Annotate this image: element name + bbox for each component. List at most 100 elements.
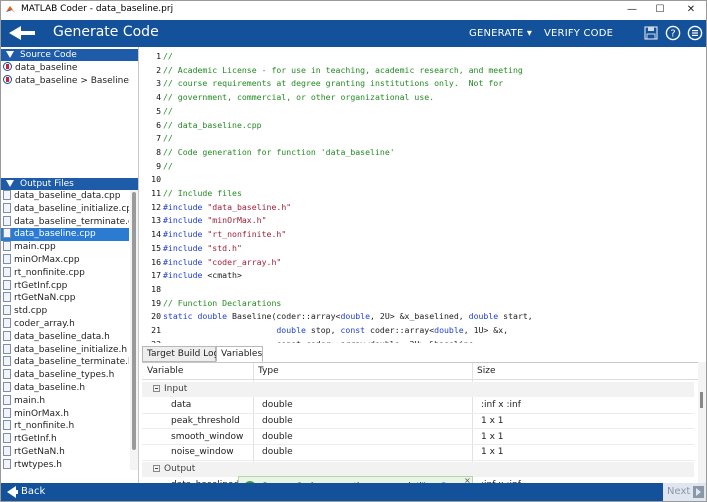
column-header-variable[interactable]: Variable <box>147 366 183 376</box>
output-file-item[interactable]: rtGetNaN.cpp <box>1 292 129 305</box>
scrollbar-thumb[interactable] <box>700 392 703 408</box>
save-icon[interactable] <box>643 25 659 41</box>
code-token: #include <box>163 242 208 253</box>
file-icon <box>3 317 11 328</box>
matlab-function-icon <box>3 62 12 71</box>
next-button[interactable]: Next <box>663 483 706 501</box>
code-token: // <box>163 105 173 116</box>
tab-target-build-log[interactable]: Target Build Log <box>142 346 219 362</box>
output-file-item[interactable]: rtGetInf.cpp <box>1 279 129 293</box>
output-file-label: coder_array.h <box>14 318 75 329</box>
verify-code-button[interactable]: VERIFY CODE <box>544 28 613 39</box>
output-file-item[interactable]: data_baseline_data.h <box>1 330 129 344</box>
output-file-item[interactable]: std.cpp <box>1 305 129 318</box>
code-token: #include <box>163 215 208 226</box>
output-file-item[interactable]: rtwtypes.h <box>1 458 129 470</box>
output-file-item[interactable]: data_baseline_initialize.cpp <box>1 202 129 216</box>
output-files-section-header[interactable]: Output Files <box>1 178 138 190</box>
output-file-item[interactable]: rt_nonfinite.h <box>1 420 129 433</box>
collapse-box-icon[interactable] <box>153 465 160 473</box>
file-icon <box>3 190 11 200</box>
header-back-arrow-icon[interactable] <box>9 26 35 40</box>
collapse-triangle-icon[interactable] <box>6 180 14 187</box>
source-item-label: data_baseline <box>15 63 78 73</box>
output-file-item[interactable]: data_baseline.cpp <box>1 228 129 242</box>
cell-type: double <box>262 447 293 458</box>
line-number: 9 <box>156 160 161 171</box>
column-header-size[interactable]: Size <box>477 366 495 376</box>
table-row[interactable]: peak_threshold double 1 x 1 <box>142 414 694 430</box>
cell-size: 1 x 1 <box>481 431 504 442</box>
tab-variables[interactable]: Variables <box>216 346 263 362</box>
code-token: Baseline(coder::array< <box>232 311 341 322</box>
line-number: 7 <box>156 133 161 144</box>
collapse-box-icon[interactable] <box>153 385 160 392</box>
code-token: // Code generation for function 'data_ba… <box>163 146 395 157</box>
output-file-label: data_baseline.h <box>14 382 86 393</box>
variables-scrollbar[interactable] <box>698 362 706 483</box>
group-label: Input <box>164 384 188 394</box>
code-token: "std.h" <box>207 242 242 253</box>
file-icon <box>3 215 11 226</box>
output-file-item[interactable]: main.cpp <box>1 241 129 254</box>
back-button[interactable]: Back <box>21 486 45 497</box>
close-window-button[interactable]: ✕ <box>676 1 706 18</box>
line-number: 11 <box>151 188 161 198</box>
column-header-type[interactable]: Type <box>258 366 279 376</box>
output-file-item[interactable]: main.h <box>1 394 129 408</box>
minimize-button[interactable]: — <box>617 1 647 18</box>
line-number: 1 <box>156 51 161 61</box>
line-number: 5 <box>156 105 161 116</box>
svg-text:?: ? <box>670 29 675 40</box>
file-icon <box>3 407 11 418</box>
output-file-item[interactable]: data_baseline_initialize.h <box>1 343 129 357</box>
help-icon[interactable]: ? <box>665 25 681 41</box>
source-item[interactable]: data_baseline <box>3 62 77 75</box>
source-item-label: data_baseline > Baseline <box>15 76 129 86</box>
code-token: "coder_array.h" <box>207 256 282 267</box>
table-row[interactable]: data double:inf x :inf <box>142 398 694 414</box>
table-row[interactable]: smooth_window double 1 x 1 <box>142 430 694 446</box>
file-icon <box>3 292 11 303</box>
source-item[interactable]: data_baseline > Baseline <box>3 75 129 88</box>
output-file-item[interactable]: data_baseline_terminate.h <box>1 356 129 369</box>
header-bar: Generate Code GENERATE ▾ VERIFY CODE ? <box>1 20 706 47</box>
generate-button[interactable]: GENERATE ▾ <box>469 28 532 39</box>
output-file-item[interactable]: coder_array.h <box>1 317 129 331</box>
variable-group-input[interactable]: Input <box>142 382 694 397</box>
code-scrollbar[interactable] <box>700 47 706 343</box>
output-file-item[interactable]: data_baseline_types.h <box>1 369 129 382</box>
output-file-item[interactable]: data_baseline_data.cpp <box>1 190 129 203</box>
output-file-label: data_baseline_data.h <box>14 331 110 342</box>
variable-group-output[interactable]: Output <box>142 462 694 478</box>
code-token: // Function Declarations <box>163 297 282 308</box>
footer-bar: Back Next <box>1 483 706 501</box>
back-arrow-icon[interactable] <box>7 486 18 498</box>
output-file-item[interactable]: minOrMax.h <box>1 407 129 421</box>
output-file-item[interactable]: rtGetNaN.h <box>1 445 129 459</box>
output-file-label: rtGetInf.h <box>14 434 57 445</box>
file-icon <box>3 305 11 316</box>
line-number: 20 <box>151 311 161 322</box>
menu-icon[interactable] <box>687 25 703 41</box>
output-file-label: rtGetNaN.cpp <box>14 293 76 304</box>
output-file-item[interactable]: data_baseline.h <box>1 381 129 395</box>
file-icon <box>3 343 11 354</box>
output-file-item[interactable]: data_baseline_terminate.cpp <box>1 215 129 229</box>
code-token: "rt_nonfinite.h" <box>207 229 287 240</box>
line-number: 3 <box>156 78 161 89</box>
code-line: 2// Academic License - for use in teachi… <box>141 64 523 78</box>
output-files-scrollbar[interactable] <box>130 190 138 470</box>
output-file-item[interactable]: minOrMax.cpp <box>1 253 129 267</box>
maximize-button[interactable]: ☐ <box>645 1 675 18</box>
collapse-triangle-icon[interactable] <box>6 51 14 58</box>
source-code-section-header[interactable]: Source Code <box>1 49 138 61</box>
output-file-item[interactable]: rt_nonfinite.cpp <box>1 266 129 280</box>
output-file-label: data_baseline_terminate.cpp <box>14 216 129 227</box>
next-label: Next <box>667 486 691 497</box>
cell-size: :inf x :inf <box>481 400 521 410</box>
scrollbar-thumb[interactable] <box>132 192 136 450</box>
output-file-item[interactable]: rtGetInf.h <box>1 433 129 446</box>
table-row[interactable]: noise_window double 1 x 1 <box>142 445 694 461</box>
matlab-function-icon <box>3 75 12 84</box>
